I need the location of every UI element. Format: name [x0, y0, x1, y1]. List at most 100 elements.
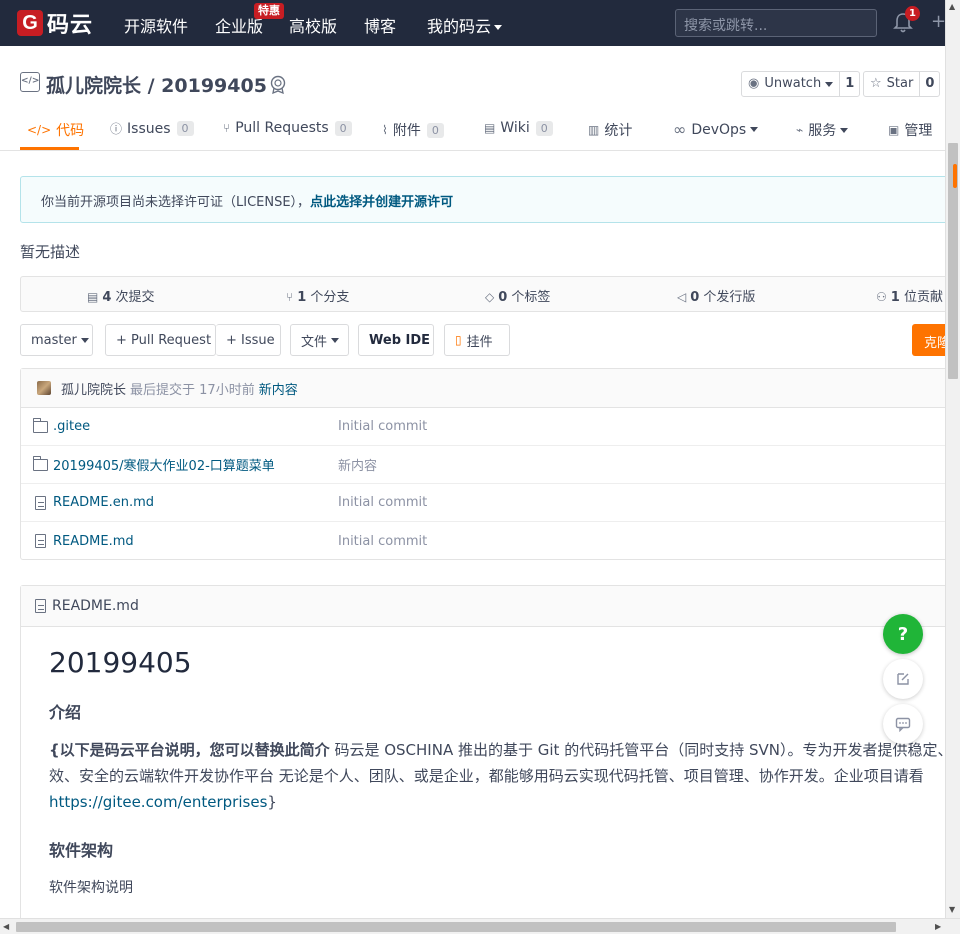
nav-my-gitee-label: 我的码云 — [427, 17, 492, 36]
enterprises-link[interactable]: https://gitee.com/enterprises — [49, 793, 267, 811]
tab-services-label: 服务 — [808, 123, 837, 139]
stat-tags-count: 0 — [498, 290, 508, 305]
file-commit-message[interactable]: Initial commit — [338, 419, 427, 434]
stat-contributors-label: 位贡献 — [903, 290, 943, 305]
create-license-link[interactable]: 点此选择并创建开源许可 — [310, 195, 453, 210]
code-icon: </> — [27, 123, 52, 137]
project-title[interactable]: 孤儿院院长 / 20199405 — [46, 71, 267, 98]
branch-select[interactable]: master — [20, 324, 93, 356]
chevron-down-icon — [825, 81, 834, 87]
horizontal-scrollbar[interactable]: ◀ ▶ — [0, 918, 960, 934]
tab-attachments-label: 附件 — [392, 123, 421, 139]
plus-icon[interactable]: + — [931, 11, 945, 32]
chevron-down-icon — [840, 127, 849, 133]
license-notice-text: 你当前开源项目尚未选择许可证（LICENSE）， — [41, 195, 311, 210]
folder-icon — [33, 455, 48, 471]
contributors-icon: ⚇ — [876, 290, 887, 304]
scroll-up-arrow[interactable]: ▲ — [949, 2, 955, 11]
nav-open-source[interactable]: 开源软件 — [124, 13, 188, 37]
commit-message[interactable]: 新内容 — [259, 379, 298, 398]
page-viewport: G 码云 开源软件 企业版 特惠 高校版 博客 我的码云 搜索或跳转... 1 … — [0, 0, 945, 918]
stat-releases-count: 0 — [690, 290, 700, 305]
stat-commits[interactable]: ▤ 4 次提交 — [87, 286, 155, 305]
tab-devops[interactable]: ∞ DevOps — [673, 120, 759, 139]
stat-contributors[interactable]: ⚇ 1 位贡献 — [876, 286, 943, 305]
pull-request-icon: ⑂ — [223, 121, 231, 135]
promo-badge: 特惠 — [254, 3, 284, 19]
file-icon — [35, 599, 46, 613]
comment-icon[interactable] — [883, 704, 923, 744]
tab-wiki[interactable]: ▤ Wiki 0 — [484, 120, 553, 136]
unwatch-label: Unwatch — [764, 76, 822, 91]
nav-education[interactable]: 高校版 — [289, 13, 337, 37]
nav-blog[interactable]: 博客 — [364, 13, 396, 37]
file-row: 20199405/寒假大作业02-口算题菜单 新内容 — [21, 446, 945, 484]
repo-tabs: </> 代码 ⓘ Issues 0 ⑂ Pull Requests 0 ⌇ 附件… — [0, 108, 945, 151]
clone-button[interactable]: 克隆 — [912, 324, 945, 356]
watch-button-group: ◉ Unwatch 1 — [741, 71, 861, 97]
file-menu-label: 文件 — [301, 334, 328, 350]
file-name-link[interactable]: README.md — [53, 534, 134, 549]
horizontal-scroll-thumb[interactable] — [16, 922, 896, 932]
file-commit-message[interactable]: 新内容 — [338, 455, 377, 474]
tab-pull-requests[interactable]: ⑂ Pull Requests 0 — [223, 120, 352, 136]
search-input[interactable]: 搜索或跳转... — [675, 9, 877, 37]
tab-wiki-label: Wiki — [500, 120, 530, 136]
repo-stats-bar: ▤ 4 次提交 ⑂ 1 个分支 ◇ 0 个标签 ◁ 0 个发行版 ⚇ 1 位贡献 — [20, 276, 945, 312]
stat-branches[interactable]: ⑂ 1 个分支 — [286, 286, 349, 305]
readme-header: README.md — [21, 586, 945, 627]
stat-commits-count: 4 — [102, 290, 112, 305]
nav-my-gitee[interactable]: 我的码云 — [427, 13, 503, 37]
file-commit-message[interactable]: Initial commit — [338, 534, 427, 549]
issue-icon: ⓘ — [110, 122, 123, 136]
unwatch-button[interactable]: ◉ Unwatch — [742, 72, 839, 96]
stat-branches-label: 个分支 — [310, 290, 350, 305]
new-issue-button[interactable]: + Issue — [216, 324, 281, 356]
stat-tags-label: 个标签 — [511, 290, 551, 305]
watch-count[interactable]: 1 — [839, 72, 859, 96]
tab-statistics[interactable]: ▥ 统计 — [588, 120, 632, 140]
tab-attachments-count: 0 — [426, 122, 444, 138]
scroll-right-arrow[interactable]: ▶ — [935, 922, 941, 931]
infinity-icon: ∞ — [673, 120, 687, 139]
logo-text: 码云 — [47, 13, 94, 38]
file-list: 孤儿院院长 最后提交于 17小时前 新内容 .gitee Initial com… — [20, 368, 945, 560]
tab-services[interactable]: ⌁ 服务 — [796, 120, 849, 140]
star-count[interactable]: 0 — [919, 72, 939, 96]
pendant-button[interactable]: ▯ 挂件 — [444, 324, 510, 356]
notification-count: 1 — [905, 6, 920, 21]
file-name-link[interactable]: 20199405/寒假大作业02-口算题菜单 — [53, 455, 275, 474]
file-commit-message[interactable]: Initial commit — [338, 495, 427, 510]
tab-attachments[interactable]: ⌇ 附件 0 — [382, 120, 444, 140]
scroll-down-arrow[interactable]: ▼ — [949, 905, 955, 914]
commit-author[interactable]: 孤儿院院长 — [61, 379, 126, 398]
file-name-link[interactable]: README.en.md — [53, 495, 154, 510]
tab-manage[interactable]: ▣ 管理 — [888, 120, 932, 140]
tab-code[interactable]: </> 代码 — [27, 120, 84, 140]
bar-chart-icon: ▥ — [588, 123, 600, 137]
web-ide-button[interactable]: Web IDE — [358, 324, 434, 356]
vertical-scrollbar[interactable]: ▲ ▼ — [945, 0, 960, 918]
medal-icon[interactable] — [268, 74, 288, 94]
chevron-down-icon — [494, 25, 503, 30]
tab-devops-label: DevOps — [691, 121, 747, 138]
star-button[interactable]: ☆ Star — [864, 72, 919, 96]
stat-tags[interactable]: ◇ 0 个标签 — [485, 286, 550, 305]
tab-issues-label: Issues — [127, 120, 171, 137]
file-menu-button[interactable]: 文件 — [290, 324, 349, 356]
gitee-logo[interactable]: G 码云 — [17, 8, 93, 38]
star-button-group: ☆ Star 0 — [863, 71, 941, 97]
help-button[interactable]: ? — [883, 614, 923, 654]
tab-issues[interactable]: ⓘ Issues 0 — [110, 120, 194, 137]
new-pull-request-button[interactable]: + Pull Request — [105, 324, 216, 356]
bookmark-icon: ▯ — [455, 333, 462, 347]
star-icon: ☆ — [870, 76, 882, 91]
readme-intro-bold: {以下是码云平台说明，您可以替换此简介 — [49, 741, 330, 759]
file-name-link[interactable]: .gitee — [53, 419, 90, 434]
stat-releases[interactable]: ◁ 0 个发行版 — [677, 286, 755, 305]
avatar[interactable] — [37, 381, 51, 395]
edit-icon[interactable] — [883, 659, 923, 699]
scroll-left-arrow[interactable]: ◀ — [3, 922, 9, 931]
chevron-down-icon — [750, 127, 759, 132]
file-row: .gitee Initial commit — [21, 408, 945, 446]
